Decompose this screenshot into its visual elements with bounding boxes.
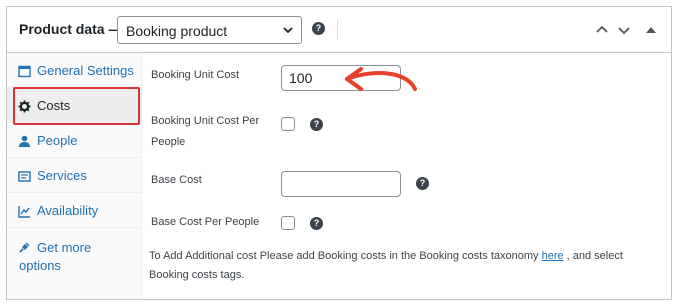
base-cost-input[interactable] (281, 171, 401, 197)
tab-people[interactable]: People (7, 123, 142, 158)
tab-label-line1: Get more (37, 240, 92, 255)
tab-label: General Settings (37, 63, 134, 78)
note-text: To Add Additional cost Please add Bookin… (149, 250, 542, 262)
tab-availability[interactable]: Availability (7, 193, 142, 228)
note-text: , and select (563, 250, 623, 262)
booking-unit-cost-label: Booking Unit Cost (151, 69, 240, 81)
move-down-icon[interactable] (617, 23, 631, 37)
general-settings-icon (18, 65, 31, 78)
panel-header: Product data — Booking product ? (7, 7, 671, 53)
tab-label: Services (37, 168, 87, 183)
note-text: Booking costs tags. (149, 269, 245, 281)
label-line1: Booking Unit Cost Per (151, 115, 260, 127)
label-line2: People (151, 136, 186, 148)
tab-general-settings[interactable]: General Settings (7, 53, 142, 88)
tab-get-more-options[interactable]: Get more options (7, 228, 142, 278)
tab-label: Availability (37, 203, 99, 218)
additional-cost-note: To Add Additional cost Please add Bookin… (149, 247, 649, 285)
tab-label: People (37, 133, 78, 148)
help-icon[interactable]: ? (310, 217, 323, 230)
costs-panel: Booking Unit Cost Booking Unit Cost Per … (143, 53, 671, 299)
tab-label: Get more options (19, 239, 91, 275)
base-cost-label: Base Cost (151, 174, 202, 186)
annotation-arrow (345, 67, 417, 91)
header-divider (337, 20, 338, 40)
product-data-panel: Product data — Booking product ? General… (6, 6, 672, 300)
help-icon[interactable]: ? (312, 22, 325, 35)
booking-costs-link[interactable]: here (542, 250, 564, 262)
help-icon[interactable]: ? (416, 177, 429, 190)
availability-icon (18, 206, 30, 218)
tab-label-line2: options (19, 258, 61, 273)
product-type-select[interactable]: Booking product (117, 16, 302, 44)
toggle-panel-icon[interactable] (644, 23, 658, 37)
help-icon[interactable]: ? (310, 118, 323, 131)
base-cost-per-people-label: Base Cost Per People (151, 216, 260, 228)
tab-services[interactable]: Services (7, 158, 142, 193)
move-up-icon[interactable] (595, 23, 609, 37)
booking-unit-cost-per-people-label: Booking Unit Cost Per People (151, 111, 259, 153)
product-type-value: Booking product (126, 23, 228, 39)
services-icon (18, 171, 31, 182)
costs-tab-highlight (13, 87, 140, 125)
chevron-down-icon (283, 27, 293, 34)
panel-title: Product data — (19, 21, 123, 37)
base-cost-per-people-checkbox[interactable] (281, 216, 295, 230)
booking-unit-cost-per-people-checkbox[interactable] (281, 117, 295, 131)
person-icon (19, 135, 30, 147)
